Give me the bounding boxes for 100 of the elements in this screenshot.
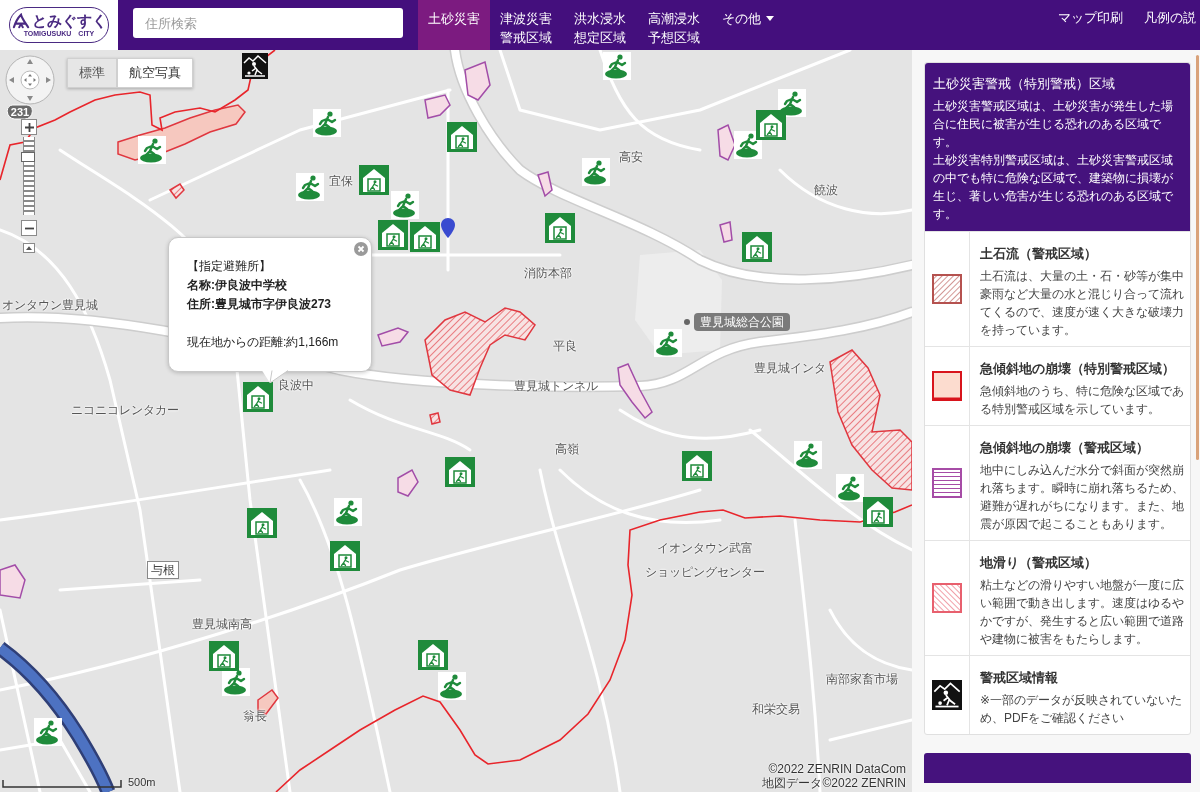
place-label: 翁長: [243, 709, 267, 723]
location-pin-icon[interactable]: [441, 218, 455, 238]
legend-title: 土砂災害警戒（特別警戒）区域: [933, 75, 1116, 93]
place-label: イオンタウン武富: [657, 541, 753, 555]
hazard-zone[interactable]: [377, 327, 410, 347]
house-exit-sign-icon[interactable]: [209, 641, 239, 671]
house-exit-sign-icon[interactable]: [243, 382, 273, 412]
running-person-sign-icon[interactable]: [794, 441, 822, 469]
poi-dot-icon: [684, 319, 690, 325]
pan-control[interactable]: [5, 55, 55, 105]
header-link[interactable]: 凡例の説: [1144, 9, 1196, 28]
nav-tab[interactable]: 洪水浸水想定区域: [564, 0, 638, 50]
legend-item-title: 急傾斜地の崩壊（警戒区域）: [980, 440, 1150, 457]
place-label: 和栄交易: [752, 702, 800, 716]
close-button[interactable]: [354, 242, 368, 256]
nav-tab[interactable]: 高潮浸水予想区域: [638, 0, 712, 50]
running-person-sign-icon[interactable]: [836, 474, 864, 502]
zoom-slider-thumb[interactable]: [21, 151, 35, 162]
house-exit-sign-icon[interactable]: [247, 508, 277, 538]
popup-distance: 現在地からの距離:約1,166m: [187, 334, 340, 351]
legend-description: 土砂災害特別警戒区域は、土砂災害警戒区域の中でも特に危険な区域で、建築物に損壊が生じ、著しい危害が生じる恐れのある区域です。: [933, 152, 1174, 223]
zoom-slider[interactable]: [23, 137, 35, 215]
place-label: 豊見城トンネル: [514, 379, 598, 393]
nav-tab[interactable]: 津波災害警戒区域: [490, 0, 564, 50]
house-exit-sign-icon[interactable]: [756, 110, 786, 140]
popup-address: 住所:豊見城市字伊良波273: [187, 296, 333, 313]
map-type-button[interactable]: 標準: [67, 58, 117, 88]
zoom-out-button[interactable]: [21, 220, 37, 236]
house-exit-sign-icon[interactable]: [418, 640, 448, 670]
place-label: オンタウン豊見城: [2, 298, 98, 312]
running-person-sign-icon[interactable]: [778, 89, 806, 117]
running-person-sign-icon[interactable]: [391, 191, 419, 219]
running-person-sign-icon[interactable]: [334, 498, 362, 526]
scrollbar-thumb[interactable]: [1196, 55, 1199, 460]
legend-item-title: 警戒区域情報: [980, 670, 1059, 687]
house-exit-sign-icon[interactable]: [742, 232, 772, 262]
plus-icon: [24, 122, 34, 132]
running-person-sign-icon[interactable]: [296, 173, 324, 201]
scale-label: 500m: [128, 776, 156, 788]
running-person-sign-icon[interactable]: [222, 668, 250, 696]
hazard-zone[interactable]: [397, 468, 419, 497]
place-label: 南部家畜市場: [826, 672, 898, 686]
place-sign: 与根: [147, 561, 179, 579]
house-exit-sign-icon[interactable]: [445, 457, 475, 487]
close-icon: [354, 242, 368, 256]
house-exit-sign-icon[interactable]: [359, 165, 389, 195]
running-person-sign-icon[interactable]: [313, 109, 341, 137]
place-label: 高嶺: [555, 442, 579, 456]
search-field[interactable]: 住所検索: [133, 8, 403, 38]
legend-item-description: 土石流は、大量の土・石・砂等が集中豪雨など大量の水と混じり合って流れてくるので、速度が速く大きな破壊力を持っています。: [980, 268, 1185, 339]
house-exit-sign-icon[interactable]: [330, 541, 360, 571]
legend-item-title: 地滑り（警戒区域）: [980, 555, 1098, 572]
nav-tab[interactable]: その他: [712, 0, 784, 50]
map-type-button[interactable]: 航空写真: [117, 58, 193, 88]
zoom-in-button[interactable]: [21, 119, 37, 135]
running-person-sign-icon[interactable]: [654, 329, 682, 357]
place-label: ショッピングセンター: [645, 565, 765, 579]
legend-item-description: 粘土などの滑りやすい地盤が一度に広い範囲で動き出します。速度はゆるやかですが、発生すると広い範囲で道路や建物に被害をもたらします。: [980, 577, 1185, 648]
logo-wordmark: とみぐすく: [31, 12, 107, 29]
legend-item-description: 急傾斜地のうち、特に危険な区域である特別警戒区域を示しています。: [980, 383, 1185, 418]
legend-description: 土砂災害警戒区域は、土砂災害が発生した場合に住民に被害が生じる恐れのある区域です。: [933, 98, 1174, 151]
place-label: 豊見城インタ: [754, 361, 826, 375]
hazard-zone[interactable]: [617, 363, 653, 420]
legend-item-title: 急傾斜地の崩壊（特別警戒区域）: [980, 361, 1176, 378]
legend-item-description: ※一部のデータが反映されていないため、PDFをご確認ください: [980, 692, 1184, 727]
header-link[interactable]: マップ印刷: [1058, 9, 1123, 28]
running-person-sign-icon[interactable]: [734, 131, 762, 159]
place-label: 良波中: [278, 378, 314, 392]
landslide-icon: [932, 680, 962, 710]
house-exit-sign-icon[interactable]: [682, 451, 712, 481]
hazard-zone[interactable]: [424, 94, 451, 119]
hazard-zone[interactable]: [429, 412, 441, 425]
map-attribution: 地図データ©2022 ZENRIN: [762, 776, 906, 790]
hazard-zone[interactable]: [829, 349, 912, 491]
house-exit-sign-icon[interactable]: [863, 497, 893, 527]
place-label: 宜保: [329, 174, 353, 188]
running-person-sign-icon[interactable]: [582, 158, 610, 186]
popup-heading: 【指定避難所】: [187, 258, 272, 275]
emblem-icon: [11, 12, 30, 29]
landslide-icon[interactable]: [242, 53, 268, 79]
running-person-sign-icon[interactable]: [603, 52, 631, 80]
caret-icon: [766, 16, 774, 21]
house-exit-sign-icon[interactable]: [447, 122, 477, 152]
map-attribution: ©2022 ZENRIN DataCom: [767, 762, 906, 776]
popup-name: 名称:伊良波中学校: [187, 277, 288, 294]
hazard-zone[interactable]: [719, 221, 733, 243]
nav-tab[interactable]: 土砂災害: [418, 0, 490, 50]
hazard-zone[interactable]: [0, 564, 26, 599]
running-person-sign-icon[interactable]: [138, 136, 166, 164]
toggle-button[interactable]: [23, 243, 35, 253]
hazard-zone[interactable]: [717, 123, 736, 161]
house-exit-sign-icon[interactable]: [545, 213, 575, 243]
hazard-zone[interactable]: [537, 171, 553, 198]
place-label: 平良: [553, 339, 577, 353]
running-person-sign-icon[interactable]: [34, 718, 62, 746]
hazard-zone[interactable]: [168, 183, 185, 200]
house-exit-sign-icon[interactable]: [410, 222, 440, 252]
house-exit-sign-icon[interactable]: [378, 220, 408, 250]
hazard-zone[interactable]: [464, 60, 491, 101]
running-person-sign-icon[interactable]: [438, 672, 466, 700]
